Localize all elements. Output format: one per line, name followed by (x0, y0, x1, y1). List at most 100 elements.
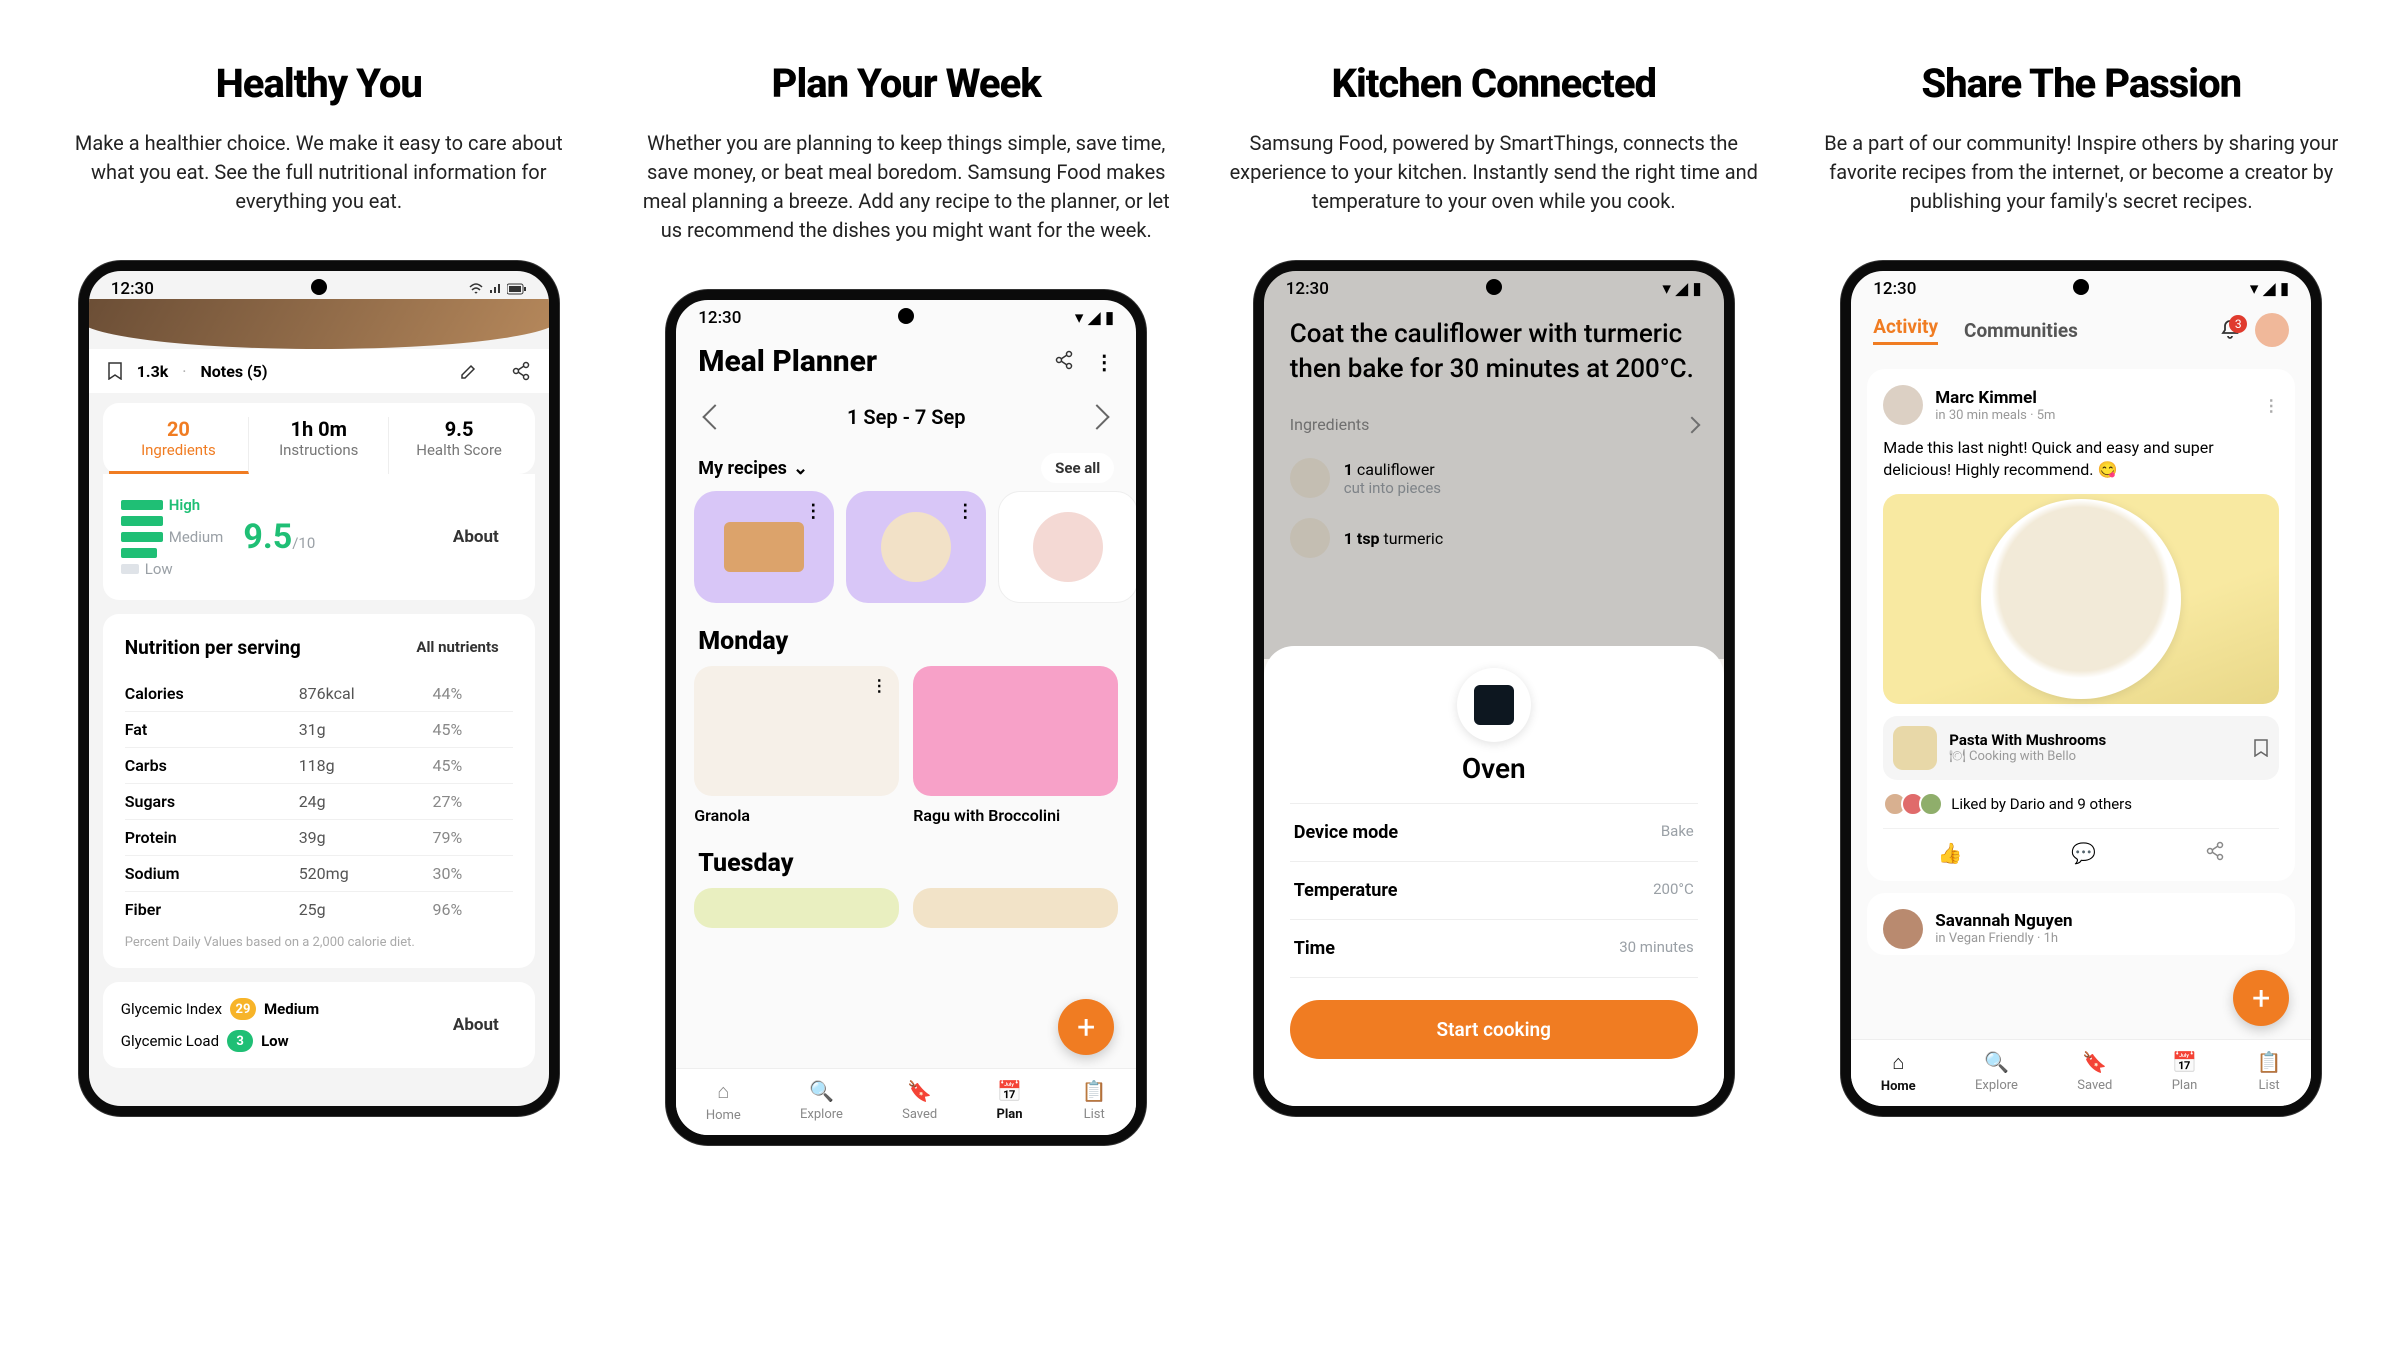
comment-button[interactable]: 💬 (2071, 841, 2096, 865)
nav-explore[interactable]: 🔍 Explore (1975, 1050, 2018, 1094)
prev-week-button[interactable] (703, 404, 728, 429)
col4-headline: Share The Passion (1921, 60, 2241, 107)
recipe-card[interactable] (998, 491, 1136, 603)
next-week-button[interactable] (1085, 404, 1110, 429)
share-icon[interactable] (1054, 350, 1074, 374)
all-nutrients-button[interactable]: All nutrients (402, 632, 512, 662)
tab-instructions-value: 1h 0m (255, 417, 382, 441)
my-recipes-label: My recipes (698, 458, 787, 479)
col2-headline: Plan Your Week (772, 60, 1041, 107)
profile-avatar[interactable] (2255, 313, 2289, 347)
param-value: 30 minutes (1619, 938, 1694, 959)
share-icon[interactable] (511, 361, 531, 381)
status-time: 12:30 (1873, 279, 1916, 299)
post-actions: 👍 💬 (1883, 828, 2279, 865)
post-avatar[interactable] (1883, 909, 1923, 949)
meal-name: Ragu with Broccolini (913, 806, 1118, 825)
more-icon[interactable]: ⋮ (1094, 350, 1114, 374)
recipe-tabs: 20 Ingredients 1h 0m Instructions 9.5 He… (103, 403, 535, 474)
post-avatar[interactable] (1883, 385, 1923, 425)
tab-healthscore-label: Health Score (395, 441, 522, 459)
gauge-bars: High Medium Low (121, 496, 224, 578)
nav-list[interactable]: 📋 List (2257, 1050, 2282, 1094)
nav-icon: 🔍 (809, 1079, 834, 1103)
recipe-card[interactable]: ⋮ (846, 491, 986, 603)
bottom-nav: ⌂ Home 🔍 Explore 🔖 Saved 📅 Plan 📋 List (676, 1068, 1136, 1135)
col4-sub: Be a part of our community! Inspire othe… (1816, 129, 2346, 216)
nav-plan[interactable]: 📅 Plan (996, 1079, 1022, 1123)
score-value: 9.5 (243, 517, 292, 557)
gauge-low-label: Low (145, 560, 173, 578)
notes-link[interactable]: Notes (5) (200, 362, 267, 381)
meal-name: Granola (694, 806, 899, 825)
nav-label: Saved (2077, 1078, 2112, 1093)
add-fab[interactable]: + (1058, 999, 1114, 1055)
card-more-icon[interactable]: ⋮ (804, 501, 822, 522)
day-heading-monday: Monday (676, 603, 1136, 666)
my-recipes-dropdown[interactable]: My recipes ⌄ (698, 458, 808, 479)
nutrition-row: Carbs 118g 45% (125, 747, 513, 783)
device-name: Oven (1462, 752, 1526, 785)
recipe-hero-image (79, 299, 559, 349)
recipe-card[interactable]: ⋮ (694, 491, 834, 603)
bookmark-icon[interactable] (107, 362, 123, 380)
tab-ingredients[interactable]: 20 Ingredients (109, 417, 249, 474)
about-button[interactable]: About (435, 517, 517, 557)
like-button[interactable]: 👍 (1938, 841, 1963, 865)
edit-icon[interactable] (459, 361, 479, 381)
post-more-icon[interactable]: ⋮ (2263, 396, 2279, 415)
device-chip (1457, 668, 1531, 742)
battery-icon (507, 283, 527, 295)
see-all-button[interactable]: See all (1041, 453, 1114, 483)
param-label: Temperature (1294, 880, 1398, 901)
nutrient-value: 25g (299, 900, 433, 919)
like-summary[interactable]: Liked by Dario and 9 others (1883, 792, 2279, 816)
phone-kitchen-connected: 12:30 ▾ ◢ ▮ Coat the cauliflower with tu… (1254, 261, 1734, 1116)
nutrient-value: 31g (299, 720, 433, 739)
camera-notch (2073, 279, 2089, 295)
notifications-button[interactable]: 3 (2219, 319, 2241, 341)
nutrient-percent: 96% (432, 900, 512, 919)
phone-healthy-you: 12:30 1.3k · Notes (5) 20 Ingredients (79, 261, 559, 1116)
nav-home[interactable]: ⌂ Home (706, 1079, 741, 1123)
nav-saved[interactable]: 🔖 Saved (2077, 1050, 2112, 1094)
about-button-2[interactable]: About (435, 1005, 517, 1045)
glycemic-load-level: Low (261, 1032, 289, 1050)
nutrition-row: Sodium 520mg 30% (125, 855, 513, 891)
status-icons (469, 283, 527, 295)
post-author[interactable]: Savannah Nguyen (1935, 911, 2279, 931)
meal-more-icon[interactable]: ⋮ (871, 676, 887, 695)
nav-home[interactable]: ⌂ Home (1881, 1050, 1916, 1094)
share-button[interactable] (2205, 841, 2225, 865)
camera-notch (898, 308, 914, 324)
meal-card[interactable] (913, 888, 1118, 928)
nutrition-row: Fiber 25g 96% (125, 891, 513, 927)
card-more-icon[interactable]: ⋮ (956, 501, 974, 522)
tab-healthscore[interactable]: 9.5 Health Score (389, 417, 528, 474)
attached-recipe[interactable]: Pasta With Mushrooms 🍽 Cooking with Bell… (1883, 716, 2279, 780)
tab-communities[interactable]: Communities (1964, 319, 2078, 342)
nav-explore[interactable]: 🔍 Explore (800, 1079, 843, 1123)
post-image[interactable] (1883, 494, 2279, 704)
meal-ragu[interactable]: Ragu with Broccolini (913, 666, 1118, 825)
nav-list[interactable]: 📋 List (1082, 1079, 1107, 1123)
new-post-fab[interactable]: + (2233, 970, 2289, 1026)
wifi-icon (469, 283, 483, 295)
nutrient-value: 24g (299, 792, 433, 811)
nav-saved[interactable]: 🔖 Saved (902, 1079, 937, 1123)
col3-headline: Kitchen Connected (1331, 60, 1656, 107)
appliance-sheet: Oven Device modeBake Temperature200°C Ti… (1264, 646, 1724, 1106)
meal-card[interactable] (694, 888, 899, 928)
tab-activity[interactable]: Activity (1873, 315, 1938, 345)
nav-label: Explore (800, 1107, 843, 1122)
post-author[interactable]: Marc Kimmel (1935, 388, 2251, 408)
glycemic-index-label: Glycemic Index (121, 1000, 222, 1018)
tab-instructions[interactable]: 1h 0m Instructions (249, 417, 389, 474)
meal-granola[interactable]: ⋮ Granola (694, 666, 899, 825)
start-cooking-button[interactable]: Start cooking (1290, 1000, 1698, 1059)
recipe-carousel[interactable]: ⋮ ⋮ (676, 491, 1136, 603)
nav-plan[interactable]: 📅 Plan (2172, 1050, 2198, 1094)
bookmark-icon[interactable] (2253, 739, 2269, 757)
chevron-down-icon: ⌄ (793, 458, 808, 479)
status-time: 12:30 (111, 279, 154, 299)
